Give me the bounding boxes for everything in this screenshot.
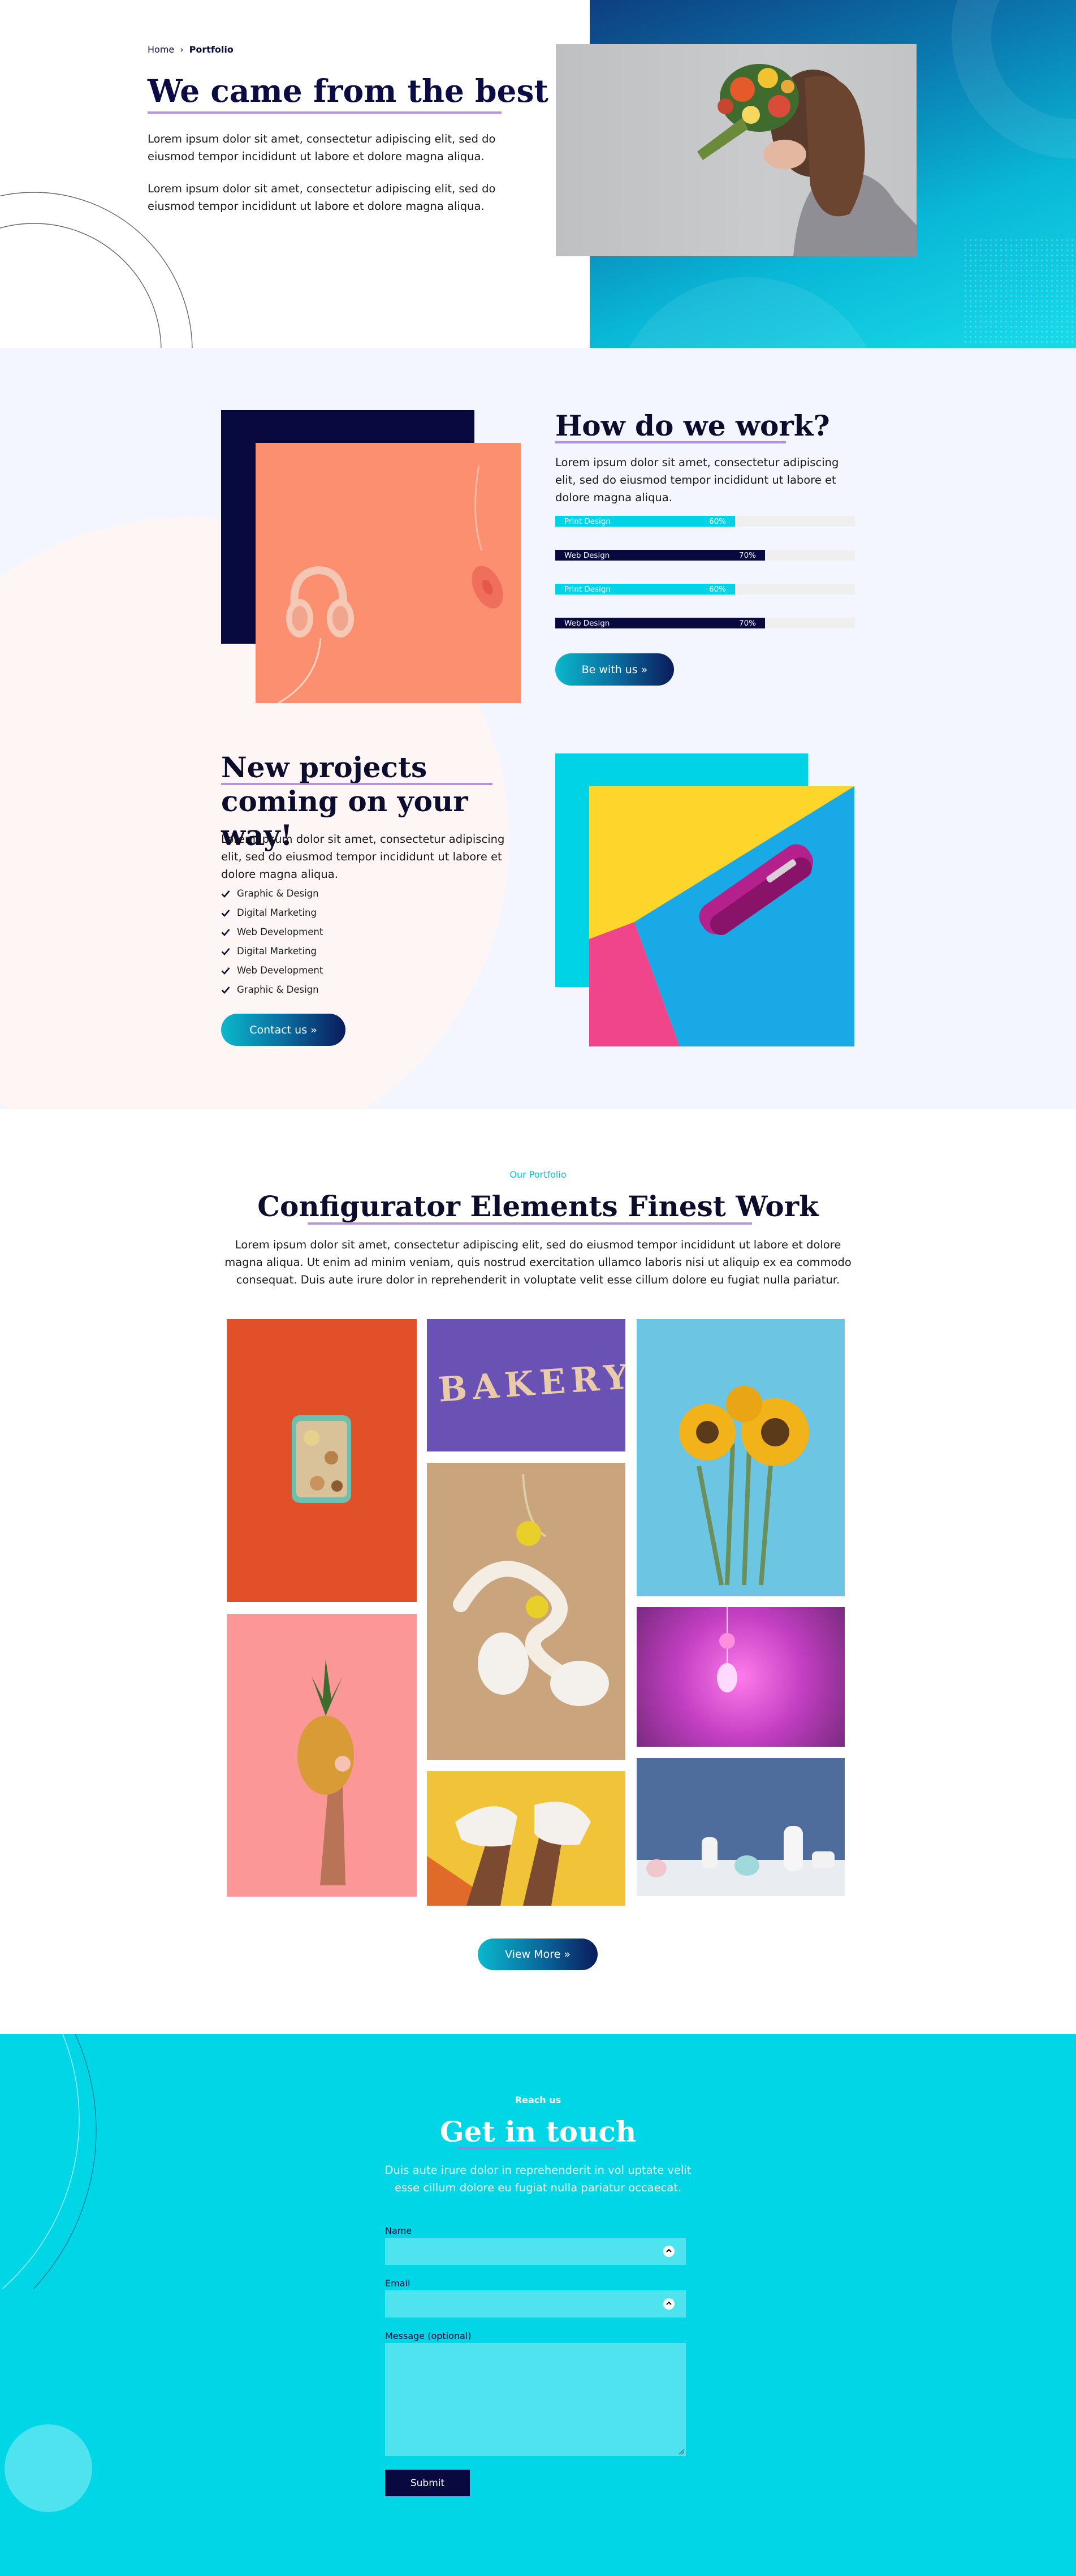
contact-section: Reach us Get in touch Duis aute irure do… [0, 2034, 1076, 2576]
checklist-item: Graphic & Design [221, 984, 319, 995]
skill-bar-track: Web Design 70% [555, 550, 855, 561]
check-icon [221, 890, 230, 898]
checklist-item-label: Digital Marketing [237, 946, 317, 957]
skill-bar-percent: 70% [738, 618, 756, 628]
contact-us-button[interactable]: Contact us » [221, 1014, 345, 1046]
hero-paragraph-2: Lorem ipsum dolor sit amet, consectetur … [148, 182, 496, 213]
checklist-item: Web Development [221, 965, 323, 976]
skill-bar-label: Web Design [564, 618, 610, 628]
email-field[interactable] [385, 2290, 686, 2317]
checklist-item-label: Graphic & Design [237, 984, 319, 995]
breadcrumb-home[interactable]: Home [148, 44, 174, 55]
portfolio-eyebrow: Our Portfolio [509, 1169, 567, 1180]
skill-bar-percent: 70% [738, 550, 756, 560]
portfolio-item-pink-bulb[interactable] [637, 1607, 845, 1747]
skill-bars: Print Design 60% Web Design 70% Print Design… [555, 516, 855, 635]
panel-circle-bottom [612, 277, 884, 348]
be-with-us-button[interactable]: Be with us » [555, 653, 674, 686]
hero-title: We came from the best [148, 72, 548, 109]
hero-photo [556, 44, 917, 256]
how-title: How do we work? [555, 409, 830, 442]
checklist-item-label: Digital Marketing [237, 907, 317, 918]
decorative-arcs-contact [2, 2034, 97, 2289]
portfolio-item-lunchbox[interactable] [227, 1319, 417, 1602]
checklist-item-label: Web Development [237, 965, 323, 976]
how-title-underline [555, 441, 786, 443]
portfolio-item-sneakers[interactable] [427, 1771, 625, 1906]
hero-paragraph-1: Lorem ipsum dolor sit amet, consectetur … [148, 132, 496, 163]
submit-button[interactable]: Submit [385, 2470, 470, 2496]
message-field[interactable] [385, 2343, 686, 2456]
skill-bar-fill: Web Design 70% [555, 618, 765, 628]
bakery-letters: BAKERY [437, 1356, 625, 1410]
hero-section: Home › Portfolio We came from the best L… [0, 0, 1076, 348]
contact-title-underline [457, 2147, 616, 2149]
skill-bar-percent: 60% [708, 584, 726, 594]
skill-bar-track: Web Design 70% [555, 618, 855, 628]
headphones-photo [256, 443, 521, 703]
autofill-icon[interactable] [663, 2298, 675, 2310]
portfolio-item-eggs[interactable] [427, 1463, 625, 1760]
check-icon [221, 947, 230, 955]
projects-title-underline [221, 783, 492, 785]
contact-eyebrow: Reach us [515, 2095, 561, 2105]
projects-checklist: Graphic & Design Digital Marketing Web Dev… [221, 888, 447, 1013]
contact-paragraph: Duis aute irure dolor in reprehenderit i… [384, 2164, 692, 2194]
name-field[interactable] [385, 2238, 686, 2265]
contact-title: Get in touch [439, 2115, 637, 2148]
panel-dots [963, 238, 1076, 345]
check-icon [221, 967, 230, 975]
skill-bar-fill: Print Design 60% [555, 516, 735, 527]
skill-bar-track: Print Design 60% [555, 584, 855, 595]
checklist-item: Web Development [221, 927, 323, 937]
checklist-item: Digital Marketing [221, 946, 317, 957]
stapler-photo [589, 786, 854, 1046]
portfolio-item-sunflowers[interactable] [637, 1319, 845, 1596]
skill-bar-fill: Web Design 70% [555, 550, 765, 561]
checklist-item: Graphic & Design [221, 888, 319, 899]
how-paragraph: Lorem ipsum dolor sit amet, consectetur … [555, 456, 839, 504]
skill-bar-label: Web Design [564, 550, 610, 560]
check-icon [221, 909, 230, 917]
checklist-item-label: Web Development [237, 927, 323, 937]
skill-bar-track: Print Design 60% [555, 516, 855, 527]
projects-paragraph: Lorem ipsum dolor sit amet, consectetur … [221, 833, 505, 881]
contact-form: Name Email Message (optional) Submit [385, 2225, 686, 2497]
how-we-work-section: How do we work? Lorem ipsum dolor sit am… [0, 348, 1076, 1109]
name-label: Name [385, 2225, 412, 2236]
check-icon [221, 928, 230, 936]
skill-bar-percent: 60% [708, 516, 726, 526]
skill-bar-label: Print Design [564, 516, 611, 526]
portfolio-section: Our Portfolio Configurator Elements Fine… [0, 1109, 1076, 2034]
portfolio-paragraph: Lorem ipsum dolor sit amet, consectetur … [224, 1238, 852, 1286]
decorative-circle [5, 2424, 92, 2512]
resize-handle-icon[interactable] [678, 2448, 685, 2455]
email-label: Email [385, 2278, 410, 2289]
checklist-item: Digital Marketing [221, 907, 317, 918]
breadcrumb-current: Portfolio [189, 44, 234, 55]
breadcrumb: Home › Portfolio [148, 44, 234, 55]
checklist-item-label: Graphic & Design [237, 888, 319, 899]
panel-circle [952, 0, 1076, 158]
check-icon [221, 986, 230, 994]
portfolio-item-pineapple[interactable] [227, 1614, 417, 1897]
autofill-icon[interactable] [663, 2246, 675, 2257]
message-label: Message (optional) [385, 2331, 472, 2341]
skill-bar-label: Print Design [564, 584, 611, 594]
hero-title-underline [148, 111, 502, 114]
portfolio-title: Configurator Elements Finest Work [257, 1190, 819, 1223]
view-more-button[interactable]: View More » [478, 1939, 598, 1970]
breadcrumb-separator: › [180, 44, 184, 55]
portfolio-title-underline [308, 1222, 752, 1225]
portfolio-item-lab-bottles[interactable] [637, 1758, 845, 1896]
portfolio-item-bakery[interactable]: BAKERY [427, 1319, 625, 1451]
skill-bar-fill: Print Design 60% [555, 584, 735, 595]
